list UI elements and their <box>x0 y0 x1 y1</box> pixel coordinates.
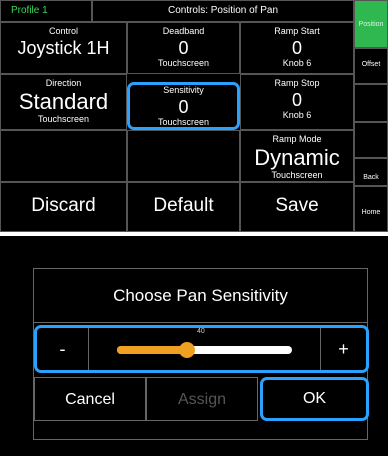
ramp-start-value: 0 <box>291 38 302 58</box>
ramp-stop-source: Knob 6 <box>282 110 312 120</box>
dialog-title: Choose Pan Sensitivity <box>34 269 367 323</box>
ramp-start-source: Knob 6 <box>282 58 312 68</box>
ramp-start-label: Ramp Start <box>274 26 320 36</box>
ramp-start-cell[interactable]: Ramp Start 0 Knob 6 <box>240 22 354 74</box>
side-tab-empty-2[interactable] <box>354 122 388 158</box>
control-label: Control <box>48 26 78 36</box>
deadband-source: Touchscreen <box>157 58 210 68</box>
ramp-stop-cell[interactable]: Ramp Stop 0 Knob 6 <box>240 74 354 130</box>
direction-cell[interactable]: Direction Standard Touchscreen <box>0 74 127 130</box>
side-tab-empty[interactable] <box>354 84 388 122</box>
deadband-label: Deadband <box>162 26 205 36</box>
discard-button[interactable]: Discard <box>0 182 127 232</box>
profile-label[interactable]: Profile 1 <box>0 0 92 22</box>
assign-button[interactable]: Assign <box>146 377 258 421</box>
ok-button[interactable]: OK <box>260 377 369 421</box>
ramp-mode-source: Touchscreen <box>271 170 323 180</box>
decrement-button[interactable]: - <box>37 328 89 370</box>
deadband-cell[interactable]: Deadband 0 Touchscreen <box>127 22 240 74</box>
controls-panel: Profile 1 Controls: Position of Pan Cont… <box>0 0 388 232</box>
cancel-button[interactable]: Cancel <box>34 377 146 421</box>
back-button[interactable]: Back <box>354 158 388 186</box>
deadband-value: 0 <box>178 38 189 58</box>
sensitivity-slider[interactable] <box>117 342 292 358</box>
sensitivity-label: Sensitivity <box>163 85 204 95</box>
slider-row: - 40 + <box>34 325 369 373</box>
direction-source: Touchscreen <box>37 114 90 124</box>
sensitivity-source: Touchscreen <box>157 117 210 127</box>
settings-grid: Control Joystick 1H Deadband 0 Touchscre… <box>0 22 354 232</box>
ramp-mode-label: Ramp Mode <box>272 134 322 144</box>
empty-cell-middle[interactable] <box>127 130 240 182</box>
ramp-mode-value: Dynamic <box>254 145 340 170</box>
sensitivity-dialog: Choose Pan Sensitivity - 40 + Cancel Ass… <box>33 268 369 440</box>
control-value: Joystick 1H <box>17 38 110 58</box>
back-button-label: Back <box>363 174 379 181</box>
slider-value-label: 40 <box>197 328 205 335</box>
page-title: Controls: Position of Pan <box>92 0 354 22</box>
slider-handle[interactable] <box>179 342 195 358</box>
ramp-stop-value: 0 <box>291 90 302 110</box>
home-button[interactable]: Home <box>354 186 388 232</box>
ramp-stop-label: Ramp Stop <box>274 78 320 88</box>
save-button[interactable]: Save <box>240 182 354 232</box>
empty-cell-left[interactable] <box>0 130 127 182</box>
ramp-mode-cell[interactable]: Ramp Mode Dynamic Touchscreen <box>240 130 354 182</box>
slider-fill <box>117 346 187 354</box>
side-tab-position[interactable]: Position <box>354 0 388 48</box>
direction-value: Standard <box>18 89 109 114</box>
direction-label: Direction <box>45 78 82 88</box>
side-tab-offset-label: Offset <box>361 61 381 68</box>
sensitivity-cell[interactable]: Sensitivity 0 Touchscreen <box>127 82 240 130</box>
increment-button[interactable]: + <box>320 328 366 370</box>
default-button[interactable]: Default <box>127 182 240 232</box>
side-tab-position-label: Position <box>358 21 384 28</box>
control-cell[interactable]: Control Joystick 1H <box>0 22 127 74</box>
sensitivity-value: 0 <box>178 97 189 117</box>
side-tab-offset[interactable]: Offset <box>354 48 388 84</box>
home-button-label: Home <box>361 209 381 216</box>
